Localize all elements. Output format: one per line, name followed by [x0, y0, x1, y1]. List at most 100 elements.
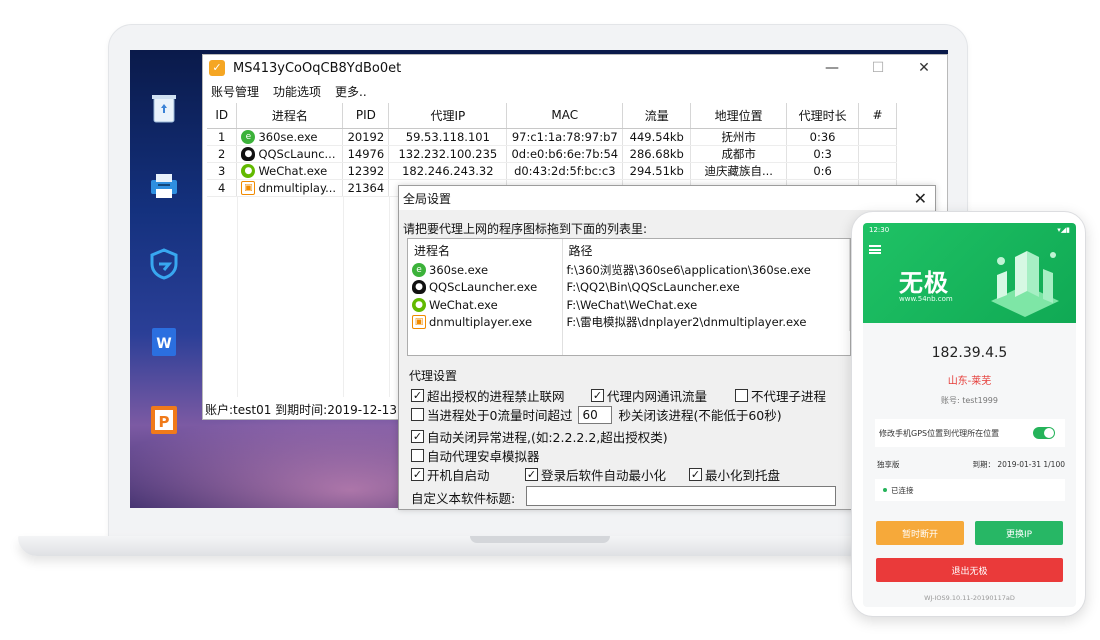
cell-process: WeChat.exe — [258, 163, 328, 178]
table-row[interactable]: 2 ● QQScLaunc... 14976 132.232.100.235 0d… — [207, 145, 897, 163]
cell-mac: 97:c1:1a:78:97:b7 — [506, 128, 624, 146]
minimize-button[interactable]: — — [809, 55, 855, 81]
window-titlebar: ✓ MS413yCoOqCB8YdBo0et — ☐ ✕ — [203, 55, 947, 81]
checkbox[interactable] — [411, 449, 424, 462]
app-logo-icon: ✓ — [209, 60, 225, 76]
exit-button[interactable]: 退出无极 — [876, 558, 1063, 582]
laptop-notch — [470, 536, 610, 543]
col-header-duration[interactable]: 代理时长 — [786, 103, 859, 129]
col-header-traffic[interactable]: 流量 — [622, 103, 692, 129]
cell-process: 360se.exe — [258, 129, 318, 144]
word-document-icon[interactable]: W — [146, 324, 182, 360]
custom-title-input[interactable] — [526, 486, 836, 506]
list-item[interactable]: e 360se.exe f:\360浏览器\360se6\application\… — [408, 261, 850, 279]
qq-icon: ● — [241, 146, 256, 161]
dnplayer-icon: ▣ — [412, 315, 426, 330]
list-item[interactable]: ● WeChat.exe F:\WeChat\WeChat.exe — [408, 296, 850, 314]
app-logo: 无极 — [899, 269, 949, 297]
window-title: MS413yCoOqCB8YdBo0et — [233, 60, 402, 76]
checkbox[interactable]: ✓ — [411, 468, 424, 481]
checkbox[interactable] — [411, 408, 424, 421]
cell-pid: 12392 — [342, 162, 390, 180]
menu-more[interactable]: 更多.. — [335, 83, 367, 100]
zero-traffic-seconds-input[interactable]: 60 — [578, 405, 613, 424]
qq-icon: ● — [412, 280, 426, 295]
list-item-path: f:\360浏览器\360se6\application\360se.exe — [562, 261, 850, 279]
menu-bar: 账号管理 功能选项 更多.. — [203, 81, 373, 101]
col-header-process[interactable]: 进程名 — [236, 103, 344, 129]
menu-account[interactable]: 账号管理 — [211, 83, 259, 100]
col-header-proxy-ip[interactable]: 代理IP — [388, 103, 508, 129]
cell-pid: 20192 — [342, 128, 390, 146]
version-footer: WJ-IOS9.10.11-20190117aD — [924, 594, 1015, 602]
opt-auto-close[interactable]: ✓ 自动关闭异常进程,(如:2.2.2.2,超出授权类) — [411, 427, 668, 446]
status-bar: 账户:test01 到期时间:2019-12-13 — [205, 403, 397, 417]
presentation-icon[interactable]: P — [146, 402, 182, 438]
proxy-settings-group-label: 代理设置 — [409, 367, 461, 384]
list-item-name: QQScLauncher.exe — [429, 280, 538, 295]
list-header-name[interactable]: 进程名 — [408, 239, 563, 261]
table-row[interactable]: 3 ● WeChat.exe 12392 182.246.243.32 d0:43… — [207, 162, 897, 180]
printer-icon[interactable] — [146, 168, 182, 204]
list-header-path[interactable]: 路径 — [562, 239, 850, 261]
table-row[interactable]: 1 e 360se.exe 20192 59.53.118.101 97:c1:1… — [207, 128, 897, 146]
gps-setting-label: 修改手机GPS位置到代理所在位置 — [879, 428, 1000, 438]
recycle-bin-icon[interactable] — [146, 90, 182, 126]
gps-setting-row[interactable]: 修改手机GPS位置到代理所在位置 — [875, 419, 1065, 447]
plan-expiry: 到期： 2019-01-31 1/100 — [972, 460, 1065, 469]
list-item[interactable]: ● QQScLauncher.exe F:\QQ2\Bin\QQScLaunche… — [408, 278, 850, 296]
checkbox[interactable]: ✓ — [591, 389, 604, 402]
360-browser-icon: e — [412, 262, 426, 277]
opt-no-child-process[interactable]: 不代理子进程 — [735, 386, 826, 405]
cell-process: dnmultiplay... — [258, 180, 337, 195]
checkbox[interactable]: ✓ — [411, 430, 424, 443]
opt-block-unauth[interactable]: ✓ 超出授权的进程禁止联网 — [411, 386, 565, 405]
cell-process: QQScLaunc... — [258, 146, 336, 161]
cell-mac: d0:43:2d:5f:bc:c3 — [506, 162, 624, 180]
current-ip: 182.39.4.5 — [931, 345, 1008, 361]
plan-edition: 独享版 — [877, 460, 900, 469]
col-header-id[interactable]: ID — [207, 103, 238, 129]
hamburger-menu-icon[interactable] — [869, 245, 881, 254]
connected-dot-icon — [883, 488, 887, 492]
checkbox[interactable]: ✓ — [411, 389, 424, 402]
list-item-name: dnmultiplayer.exe — [429, 315, 533, 330]
shield-icon[interactable] — [146, 246, 182, 282]
checkbox[interactable]: ✓ — [525, 468, 538, 481]
dialog-close-button[interactable]: ✕ — [914, 189, 927, 208]
close-button[interactable]: ✕ — [901, 55, 947, 81]
list-item[interactable]: ▣ dnmultiplayer.exe F:\雷电模拟器\dnplayer2\dn… — [408, 313, 850, 331]
current-region: 山东-莱芜 — [947, 376, 992, 387]
custom-title-label: 自定义本软件标题: — [411, 491, 516, 506]
opt-startup[interactable]: ✓ 开机自启动 — [411, 465, 490, 484]
col-header-location[interactable]: 地理位置 — [690, 103, 788, 129]
pause-button[interactable]: 暂时断开 — [876, 521, 964, 545]
col-header-hash[interactable]: # — [858, 103, 897, 129]
list-item-name: WeChat.exe — [429, 297, 498, 312]
opt-auto-android[interactable]: 自动代理安卓模拟器 — [411, 446, 540, 465]
gps-toggle[interactable] — [1033, 427, 1055, 439]
list-item-path: F:\QQ2\Bin\QQScLauncher.exe — [562, 278, 850, 296]
col-header-mac[interactable]: MAC — [506, 103, 624, 129]
phone-screen: 12:30 ▾◢▮ 无极 www.54nb.com 182.39.4.5 山东-… — [863, 223, 1076, 607]
cell-duration: 0:6 — [786, 162, 859, 180]
maximize-button[interactable]: ☐ — [855, 55, 901, 81]
change-ip-button[interactable]: 更换IP — [975, 521, 1063, 545]
checkbox[interactable]: ✓ — [689, 468, 702, 481]
checkbox[interactable] — [735, 389, 748, 402]
account-label: 账号: test1999 — [941, 396, 998, 405]
list-item-path: F:\WeChat\WeChat.exe — [562, 296, 850, 314]
360-browser-icon: e — [241, 129, 256, 144]
dialog-title: 全局设置 — [403, 191, 452, 206]
opt-minimize-to-tray[interactable]: ✓ 最小化到托盘 — [689, 465, 780, 484]
cell-traffic: 286.68kb — [622, 145, 692, 163]
col-header-pid[interactable]: PID — [342, 103, 390, 129]
wechat-icon: ● — [241, 163, 256, 178]
opt-proxy-lan[interactable]: ✓ 代理内网通讯流量 — [591, 386, 707, 405]
opt-zero-traffic[interactable]: 当进程处于0流量时间超过 60 秒关闭该进程(不能低于60秒) — [411, 405, 782, 424]
proxy-program-list[interactable]: 进程名 路径 e 360se.exe f:\360浏览器\360se6\appli… — [407, 238, 851, 356]
app-header-banner: 12:30 ▾◢▮ 无极 www.54nb.com — [863, 223, 1076, 323]
menu-options[interactable]: 功能选项 — [273, 83, 321, 100]
opt-minimize-after-login[interactable]: ✓ 登录后软件自动最小化 — [525, 465, 666, 484]
signal-battery-icon: ▾◢▮ — [1057, 226, 1070, 234]
